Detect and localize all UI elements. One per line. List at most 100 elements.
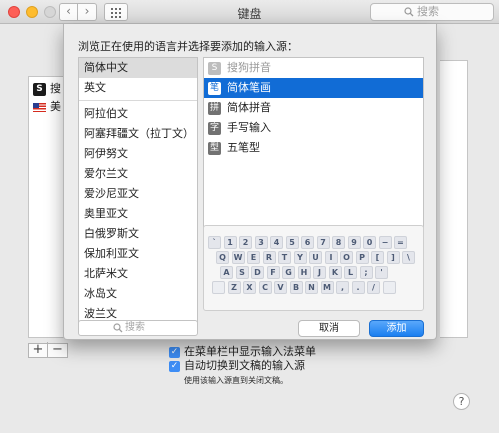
- key: Q: [216, 251, 229, 264]
- checkmark-icon: ✓: [169, 360, 180, 372]
- wubi-icon: 型: [208, 141, 221, 155]
- sogou-icon: S: [33, 82, 46, 96]
- input-method-item[interactable]: 字手写输入: [204, 118, 423, 138]
- cancel-button[interactable]: 取消: [298, 320, 360, 337]
- language-item[interactable]: 北萨米文: [79, 264, 197, 284]
- key: [382, 281, 396, 294]
- stroke-icon: 笔: [208, 81, 221, 95]
- language-list[interactable]: 简体中文 英文 阿拉伯文 阿塞拜疆文（拉丁文） 阿伊努文 爱尔兰文 爱沙尼亚文 …: [78, 57, 198, 333]
- input-method-item[interactable]: 型五笔型: [204, 138, 423, 158]
- key: 9: [347, 236, 361, 249]
- input-method-item[interactable]: 笔简体笔画: [204, 78, 423, 98]
- key: K: [328, 266, 342, 279]
- handwriting-icon: 字: [208, 121, 221, 135]
- source-search-field[interactable]: 搜索: [78, 320, 198, 336]
- language-item[interactable]: 奥里亚文: [79, 204, 197, 224]
- language-item[interactable]: 保加利亚文: [79, 244, 197, 264]
- input-method-list[interactable]: S 搜狗拼音 笔简体笔画 拼简体拼音 字手写输入 型五笔型: [203, 57, 424, 245]
- search-icon: [113, 323, 123, 333]
- language-item[interactable]: 白俄罗斯文: [79, 224, 197, 244]
- help-button[interactable]: ?: [453, 393, 470, 410]
- key: Z: [227, 281, 241, 294]
- key: [212, 281, 225, 294]
- key: S: [235, 266, 249, 279]
- sheet-title: 浏览正在使用的语言并选择要添加的输入源：: [78, 40, 298, 53]
- key: [: [371, 251, 384, 264]
- key: 3: [254, 236, 268, 249]
- key: 6: [301, 236, 314, 249]
- list-divider: [79, 100, 197, 101]
- key: 8: [332, 236, 345, 249]
- language-item[interactable]: 简体中文: [79, 58, 197, 78]
- input-method-item: S 搜狗拼音: [204, 58, 423, 78]
- key: V: [274, 281, 287, 294]
- add-button[interactable]: 添加: [369, 320, 424, 337]
- language-item[interactable]: 阿塞拜疆文（拉丁文）: [79, 124, 197, 144]
- key: 5: [285, 236, 299, 249]
- key: W: [231, 251, 245, 264]
- language-item[interactable]: 冰岛文: [79, 284, 197, 304]
- search-icon: [404, 7, 414, 17]
- title-bar: ‹ › 键盘 搜索: [0, 0, 499, 24]
- us-flag-icon: [33, 102, 46, 112]
- show-menu-checkbox[interactable]: ✓ 在菜单栏中显示输入法菜单: [169, 345, 316, 359]
- key: Y: [293, 251, 307, 264]
- keyboard-row: Q W E R T Y U I O P [ ] \: [216, 251, 418, 264]
- key: N: [305, 281, 318, 294]
- key: D: [251, 266, 264, 279]
- key: H: [297, 266, 311, 279]
- key: P: [355, 251, 369, 264]
- key: ]: [386, 251, 400, 264]
- key: 2: [239, 236, 252, 249]
- key: /: [367, 281, 380, 294]
- keyboard-row: Z X C V B N M , . /: [212, 281, 398, 294]
- key: .: [351, 281, 365, 294]
- key: 4: [270, 236, 283, 249]
- auto-switch-hint: 使用该输入源直到关闭文稿。: [184, 376, 288, 385]
- key: ;: [359, 266, 373, 279]
- key: B: [289, 281, 303, 294]
- key: =: [394, 236, 407, 249]
- key: I: [324, 251, 338, 264]
- checkmark-icon: ✓: [169, 346, 180, 358]
- key: ': [375, 266, 388, 279]
- language-item[interactable]: 阿拉伯文: [79, 104, 197, 124]
- sogou-icon: S: [208, 61, 221, 75]
- add-input-source-sheet: 浏览正在使用的语言并选择要添加的输入源： 简体中文 英文 阿拉伯文 阿塞拜疆文（…: [63, 24, 437, 340]
- key: C: [258, 281, 272, 294]
- add-remove-control: + −: [28, 342, 68, 358]
- keyboard-preview-pane: [440, 60, 468, 338]
- key: 7: [316, 236, 330, 249]
- pinyin-icon: 拼: [208, 101, 221, 115]
- keyboard-row: A S D F G H J K L ; ': [220, 266, 391, 279]
- input-source-sogou[interactable]: S搜: [33, 81, 61, 97]
- key: A: [220, 266, 233, 279]
- key: J: [313, 266, 326, 279]
- key: T: [278, 251, 291, 264]
- input-source-us[interactable]: 美: [33, 99, 61, 115]
- key: −: [378, 236, 392, 249]
- source-search-placeholder: 搜索: [125, 322, 145, 333]
- key: 0: [363, 236, 376, 249]
- window-search-field[interactable]: 搜索: [370, 3, 494, 21]
- key: M: [320, 281, 334, 294]
- key: \: [402, 251, 415, 264]
- language-item[interactable]: 阿伊努文: [79, 144, 197, 164]
- auto-switch-checkbox[interactable]: ✓ 自动切换到文稿的输入源: [169, 359, 305, 373]
- add-source-button[interactable]: +: [29, 342, 48, 357]
- key: `: [208, 236, 221, 249]
- key: E: [247, 251, 260, 264]
- key: U: [309, 251, 322, 264]
- key: X: [243, 281, 256, 294]
- key: 1: [223, 236, 237, 249]
- key: F: [266, 266, 280, 279]
- key: R: [262, 251, 276, 264]
- input-method-item[interactable]: 拼简体拼音: [204, 98, 423, 118]
- language-item[interactable]: 爱沙尼亚文: [79, 184, 197, 204]
- key: ,: [336, 281, 349, 294]
- language-item[interactable]: 英文: [79, 78, 197, 98]
- language-item[interactable]: 爱尔兰文: [79, 164, 197, 184]
- key: O: [340, 251, 353, 264]
- remove-source-button[interactable]: −: [48, 342, 67, 357]
- keyboard-preview: ` 1 2 3 4 5 6 7 8 9 0 − = Q W E R T Y U …: [203, 225, 424, 311]
